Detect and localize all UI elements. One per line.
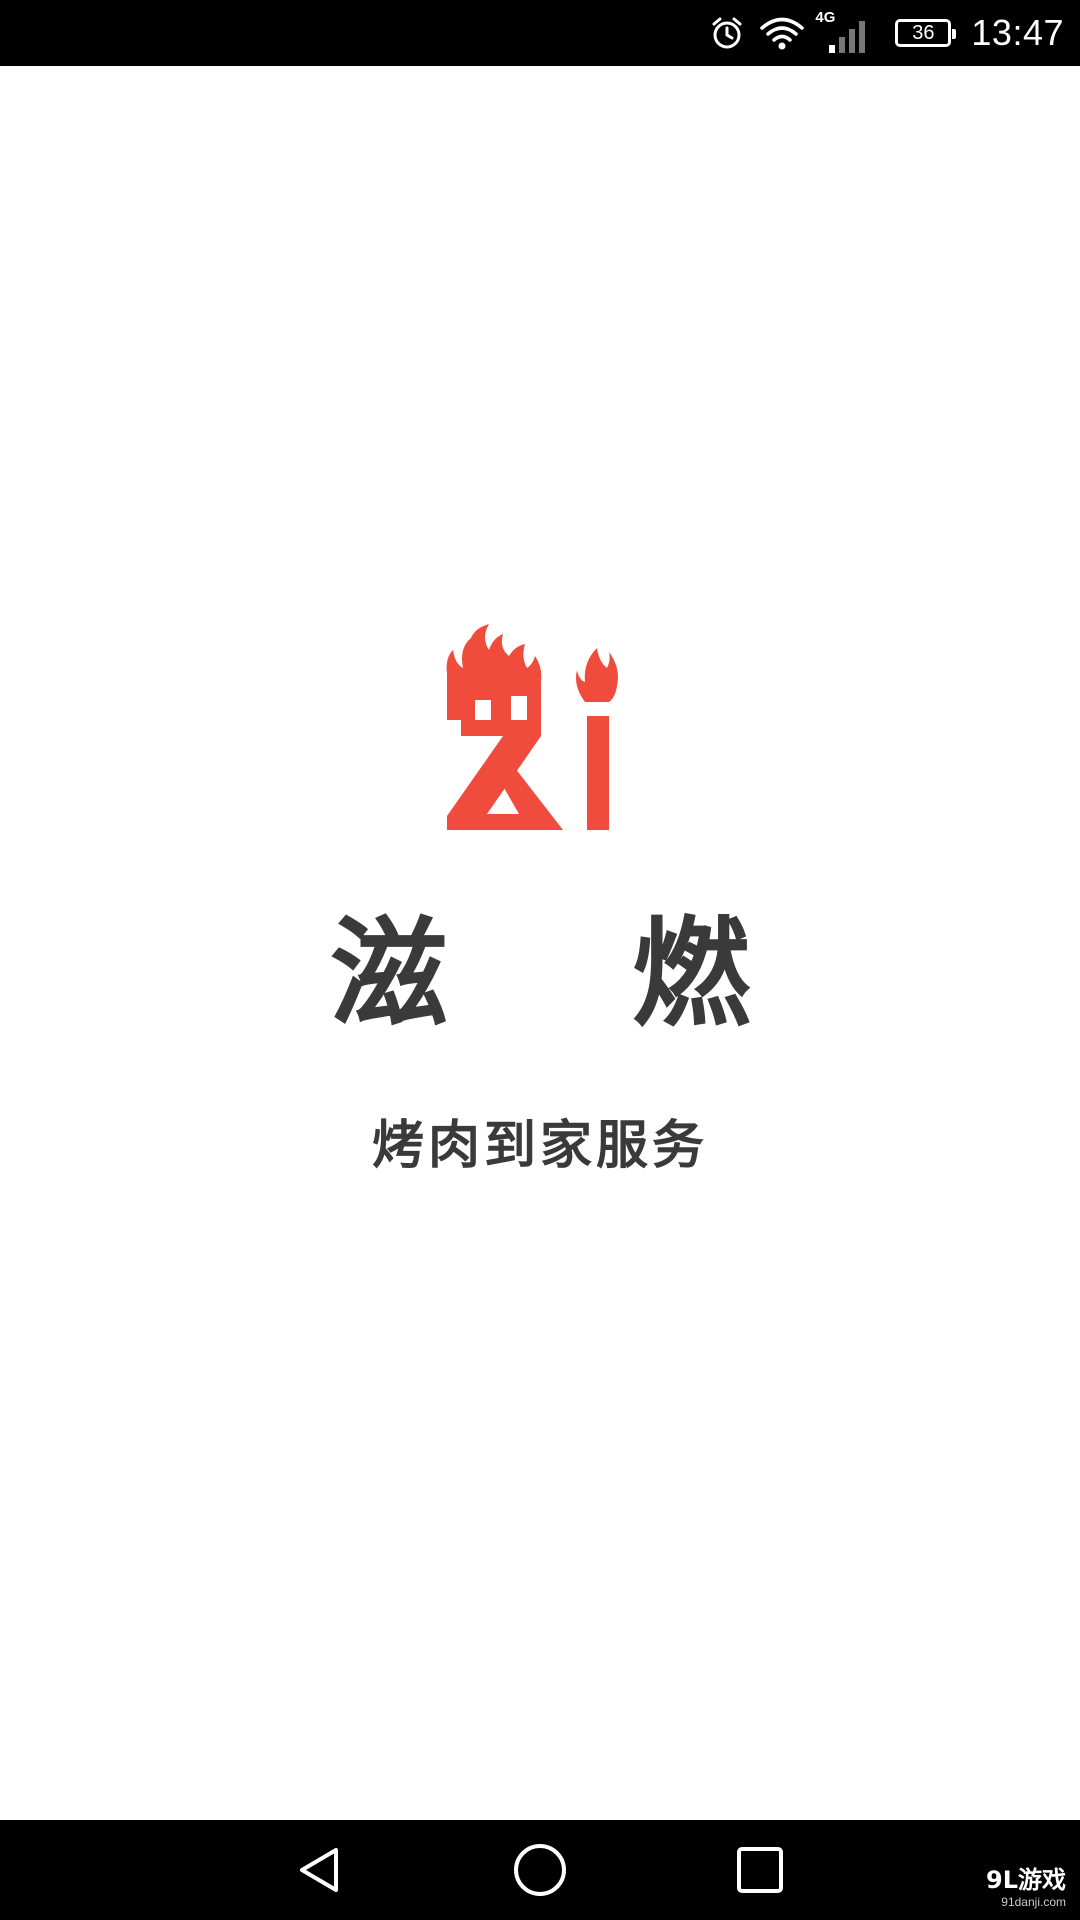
back-icon (300, 1848, 338, 1892)
status-bar: 4G 36 13:47 (0, 0, 1080, 66)
watermark-url: 91danji.com (1001, 1895, 1066, 1909)
recents-icon (737, 1847, 783, 1893)
home-icon (514, 1844, 566, 1896)
battery-level: 36 (912, 21, 935, 44)
status-icons: 4G 36 13:47 (695, 0, 1064, 66)
signal-icon (829, 21, 866, 53)
wifi-icon (759, 15, 805, 51)
brand-char-zi: 滋 (330, 905, 449, 1043)
watermark: 9L游戏 91danji.com (966, 1866, 1066, 1916)
alarm-icon (709, 15, 745, 51)
watermark-logo: 9L游戏 (986, 1866, 1066, 1894)
zi-flame-logo (446, 624, 618, 830)
home-button[interactable] (510, 1840, 570, 1900)
clock: 13:47 (971, 12, 1064, 53)
brand-char-ran: 燃 (631, 905, 750, 1043)
brand-name: 滋 燃 (330, 904, 750, 1044)
recents-button[interactable] (730, 1840, 790, 1900)
back-button[interactable] (290, 1840, 350, 1900)
signal-indicator: 4G (815, 9, 873, 55)
navigation-bar: 9L游戏 91danji.com (0, 1820, 1080, 1920)
battery-icon: 36 (895, 19, 957, 47)
tagline: 烤肉到家服务 (371, 1116, 708, 1176)
